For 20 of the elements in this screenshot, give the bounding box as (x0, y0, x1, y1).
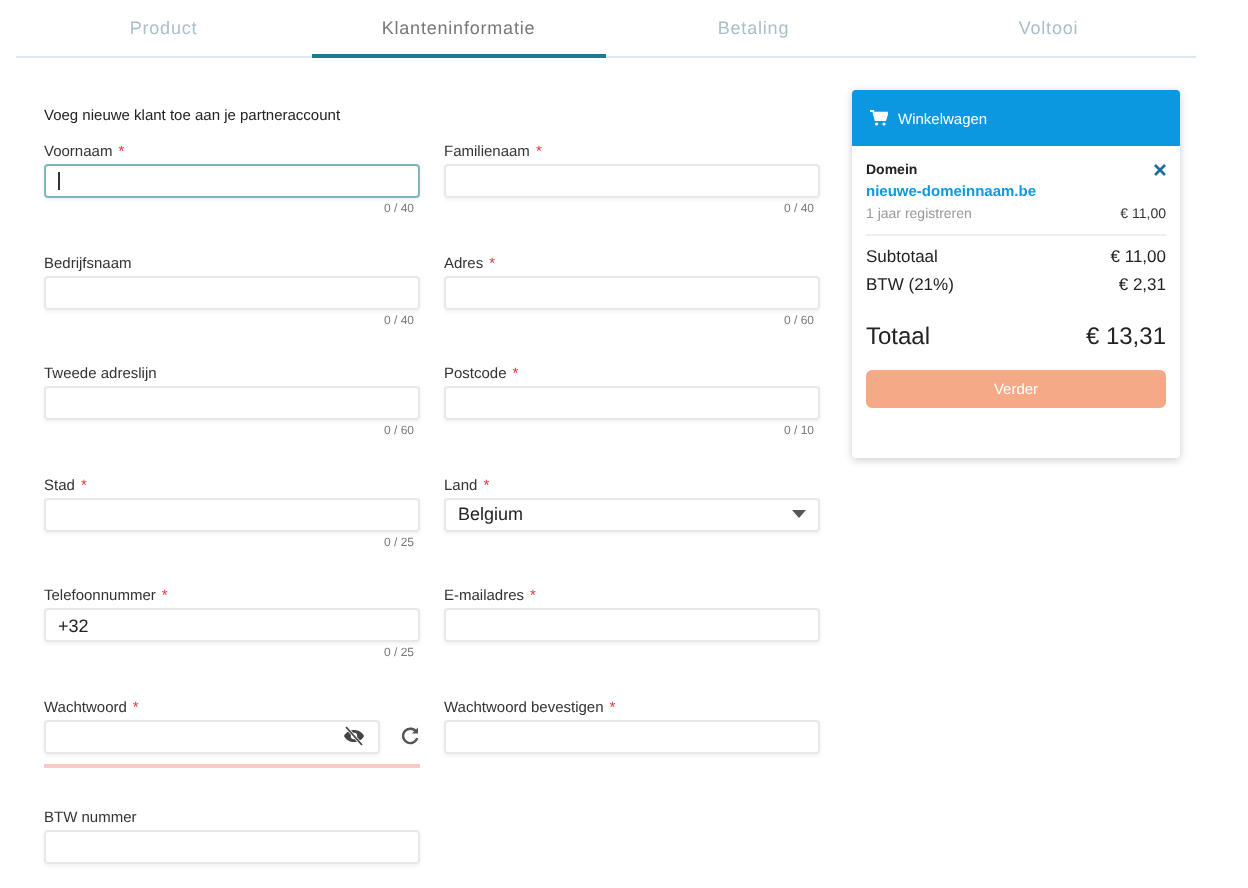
close-icon[interactable] (1154, 164, 1166, 176)
subtotal-value: € 11,00 (1110, 246, 1166, 266)
vat-value: € 2,31 (1118, 274, 1166, 294)
total-value: € 13,31 (1085, 322, 1166, 350)
input-field[interactable] (44, 164, 420, 198)
text-cursor (58, 172, 60, 190)
dropdown-caret-icon (792, 510, 806, 518)
subtotal-label: Subtotaal (866, 246, 938, 266)
step-tab[interactable]: Klanteninformatie (311, 0, 606, 58)
vat-label: BTW (21%) (866, 274, 954, 294)
eye-off-icon[interactable] (342, 726, 366, 746)
refresh-icon[interactable] (400, 726, 420, 746)
input-field[interactable]: +32 (44, 608, 420, 642)
step-tab[interactable]: Product (16, 0, 311, 58)
total-label: Totaal (866, 322, 931, 350)
step-tab[interactable]: Voltooi (901, 0, 1196, 58)
cart-icon (870, 110, 888, 126)
country-select[interactable]: Belgium (444, 497, 820, 531)
step-tab[interactable]: Betaling (606, 0, 901, 58)
password-field[interactable] (44, 719, 380, 753)
